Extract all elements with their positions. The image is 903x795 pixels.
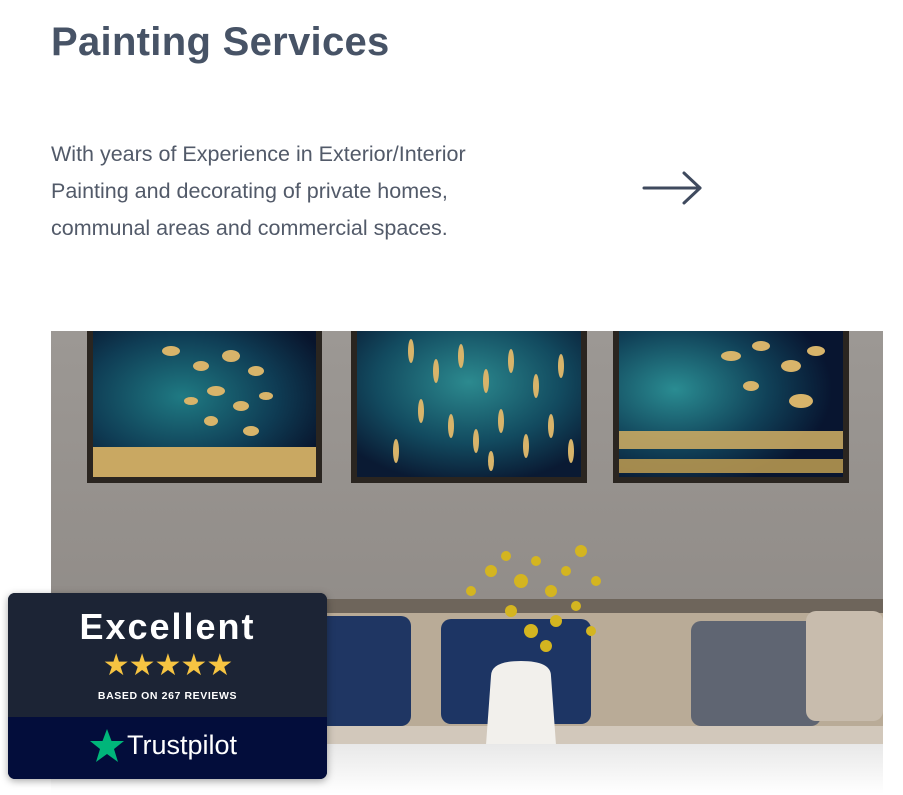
rating-label: Excellent bbox=[79, 606, 256, 647]
description-line: With years of Experience in Exterior/Int… bbox=[51, 142, 466, 166]
page-title: Painting Services bbox=[51, 20, 390, 64]
trustpilot-badge[interactable]: Excellent ★★★★★ BASED ON 267 REVIEWS Tru… bbox=[8, 593, 327, 779]
rating-stars: ★★★★★ bbox=[102, 649, 233, 682]
description-line: Painting and decorating of private homes… bbox=[51, 179, 448, 203]
reviews-count: BASED ON 267 REVIEWS bbox=[97, 690, 238, 702]
trustpilot-star-icon bbox=[90, 729, 124, 762]
trustpilot-brand-bar: Trustpilot bbox=[8, 717, 327, 779]
description-line: communal areas and commercial spaces. bbox=[51, 216, 448, 240]
rating-panel: Excellent ★★★★★ BASED ON 267 REVIEWS bbox=[8, 593, 327, 717]
service-description: With years of Experience in Exterior/Int… bbox=[51, 136, 571, 247]
trustpilot-logo-text: Trustpilot bbox=[127, 730, 238, 760]
arrow-right-icon[interactable] bbox=[642, 170, 704, 206]
